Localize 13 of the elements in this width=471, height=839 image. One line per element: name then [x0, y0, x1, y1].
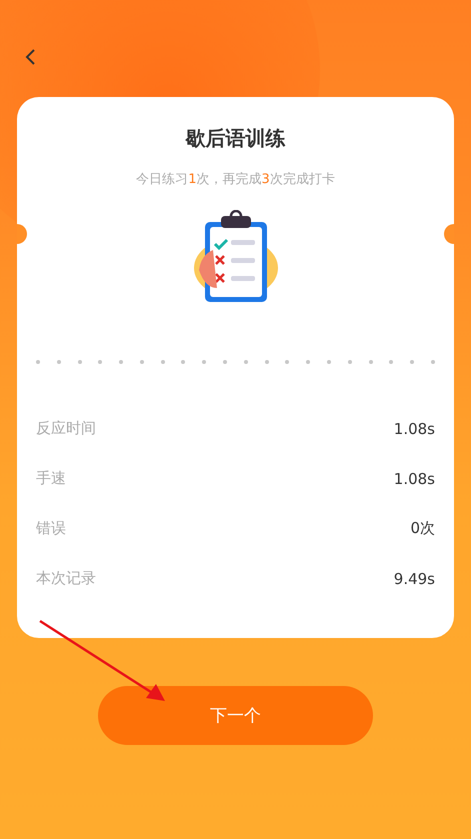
card-notch: [444, 224, 454, 244]
stat-value: 1.08s: [394, 470, 435, 488]
stat-label: 手速: [36, 469, 66, 488]
stat-value: 1.08s: [394, 420, 435, 438]
card-notch: [17, 224, 27, 244]
stat-label: 本次记录: [36, 569, 96, 588]
stat-label: 反应时间: [36, 419, 96, 438]
stat-label: 错误: [36, 519, 66, 538]
title: 歇后语训练: [186, 125, 286, 152]
progress-text: 今日练习 1次，再完成3次完成打卡: [136, 171, 335, 188]
stat-value: 0次: [410, 519, 435, 538]
next-button[interactable]: 下一个: [98, 686, 373, 745]
stat-value: 9.49s: [394, 570, 435, 588]
